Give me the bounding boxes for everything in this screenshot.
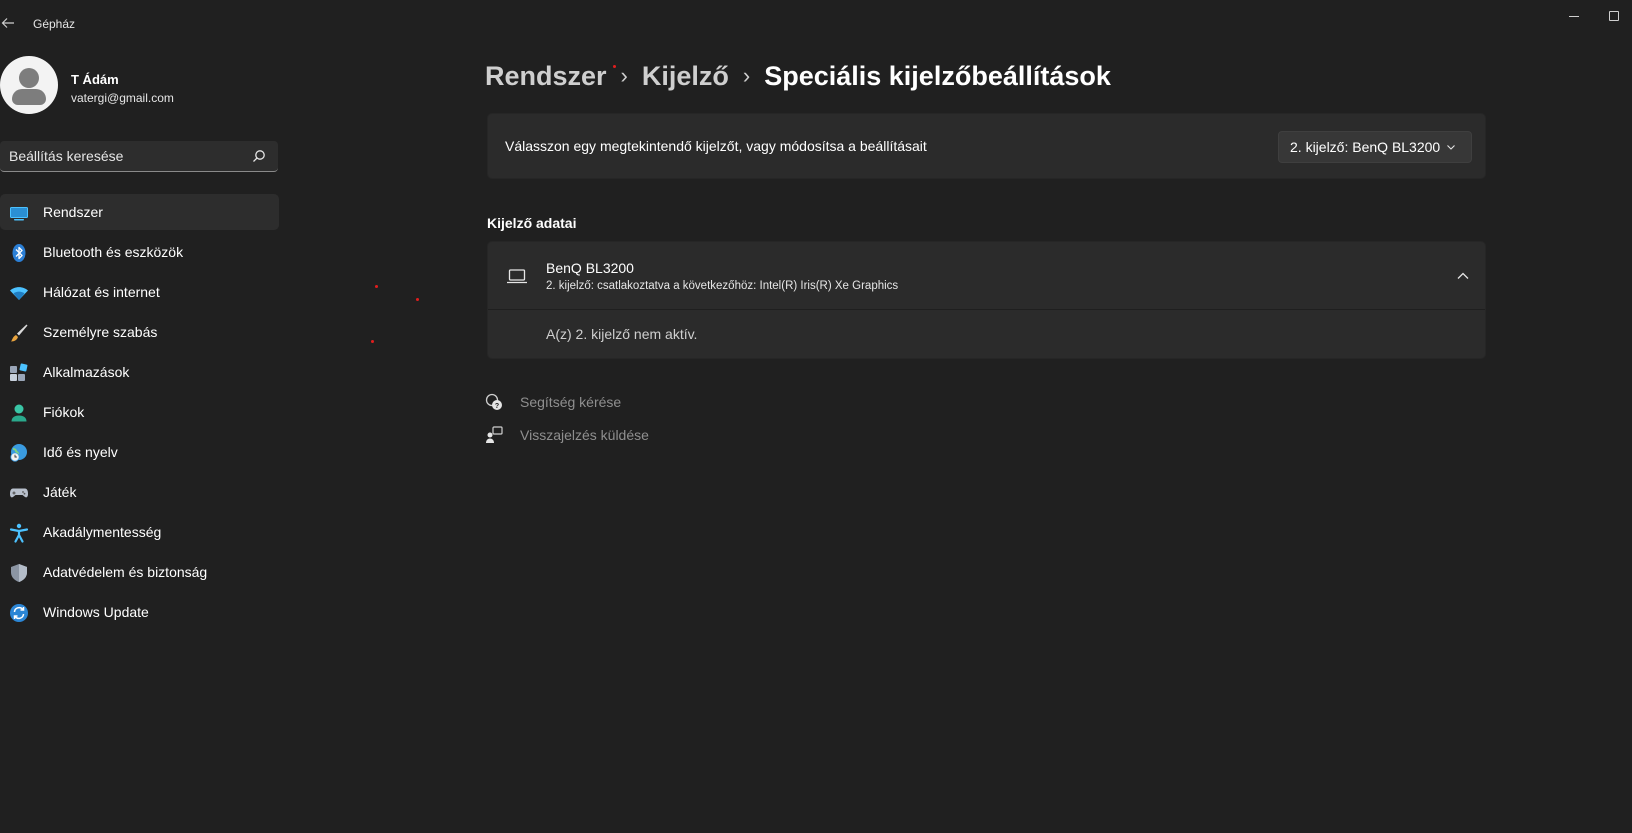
- sidebar-nav: Rendszer Bluetooth és eszközök Hálózat é…: [0, 194, 279, 634]
- sidebar-item-windows-update[interactable]: Windows Update: [0, 594, 279, 630]
- section-title: Kijelző adatai: [487, 215, 577, 231]
- sidebar-item-label: Idő és nyelv: [43, 444, 118, 460]
- user-email: vatergi@gmail.com: [71, 91, 174, 105]
- wifi-icon: [10, 287, 28, 300]
- red-dot: [371, 340, 374, 343]
- sidebar-item-label: Játék: [43, 484, 77, 500]
- sidebar-item-label: Bluetooth és eszközök: [43, 244, 184, 260]
- chevron-up-icon[interactable]: [1456, 270, 1470, 282]
- help-link-label: Segítség kérése: [520, 394, 622, 410]
- chevron-down-icon: [1447, 145, 1455, 150]
- red-dot: [613, 65, 616, 68]
- search-icon[interactable]: [252, 149, 266, 163]
- globe-clock-icon: [10, 444, 27, 462]
- display-info-card: BenQ BL3200 2. kijelző: csatlakoztatva a…: [487, 241, 1486, 359]
- sidebar-item-akadalymentesseg[interactable]: Akadálymentesség: [0, 514, 279, 550]
- breadcrumb: Rendszer › Kijelző › Speciális kijelzőbe…: [485, 56, 1111, 96]
- feedback-link-label: Visszajelzés küldése: [520, 427, 649, 443]
- display-select-label: Válasszon egy megtekintendő kijelzőt, va…: [505, 138, 927, 154]
- paintbrush-icon: [11, 324, 28, 342]
- title-bar: Gépház: [0, 0, 1632, 48]
- breadcrumb-chevron-icon: ›: [620, 63, 628, 88]
- accessibility-icon: [9, 523, 29, 543]
- search-input[interactable]: [9, 146, 244, 166]
- apps-icon: [10, 363, 28, 381]
- svg-text:?: ?: [495, 403, 499, 410]
- system-icon: [10, 207, 28, 221]
- account-icon: [11, 404, 27, 422]
- sidebar-item-bluetooth[interactable]: Bluetooth és eszközök: [0, 234, 279, 270]
- sidebar-item-rendszer[interactable]: Rendszer: [0, 194, 279, 230]
- display-select-card: Válasszon egy megtekintendő kijelzőt, va…: [487, 113, 1486, 179]
- back-arrow-icon[interactable]: [0, 12, 16, 34]
- shield-icon: [11, 564, 27, 582]
- sidebar-item-label: Akadálymentesség: [43, 524, 162, 540]
- sidebar-item-adatvedelem[interactable]: Adatvédelem és biztonság: [0, 554, 279, 590]
- breadcrumb-chevron-icon: ›: [742, 63, 751, 88]
- display-status: A(z) 2. kijelző nem aktív.: [546, 326, 698, 342]
- divider: [488, 309, 1485, 310]
- minimize-button[interactable]: [1564, 6, 1584, 26]
- bluetooth-icon: [12, 244, 26, 262]
- sidebar-item-jatek[interactable]: Játék: [0, 474, 279, 510]
- user-name: T Ádám: [71, 72, 119, 87]
- breadcrumb-kijelzo[interactable]: Kijelző: [642, 61, 729, 92]
- sidebar-item-label: Rendszer: [43, 204, 103, 220]
- gamepad-icon: [10, 488, 28, 498]
- sidebar-item-halozat[interactable]: Hálózat és internet: [0, 274, 279, 310]
- monitor-description: 2. kijelző: csatlakoztatva a következőhö…: [546, 280, 899, 292]
- red-dot: [375, 285, 378, 288]
- monitor-name: BenQ BL3200: [546, 260, 634, 276]
- sidebar-item-label: Adatvédelem és biztonság: [43, 564, 208, 580]
- breadcrumb-rendszer[interactable]: Rendszer: [485, 61, 607, 92]
- sidebar-item-alkalmazasok[interactable]: Alkalmazások: [0, 354, 279, 390]
- sidebar-item-label: Windows Update: [43, 604, 149, 620]
- update-icon: [10, 604, 28, 622]
- dropdown-value: 2. kijelző: BenQ BL3200: [1290, 139, 1441, 155]
- laptop-icon: [507, 269, 527, 284]
- sidebar-item-ido-es-nyelv[interactable]: Idő és nyelv: [0, 434, 279, 470]
- sidebar-item-fiokok[interactable]: Fiókok: [0, 394, 279, 430]
- minimize-icon: [1569, 15, 1579, 17]
- sidebar-item-label: Fiókok: [43, 404, 85, 420]
- page-title: Speciális kijelzőbeállítások: [764, 60, 1111, 91]
- avatar: [0, 56, 58, 114]
- search-box[interactable]: [0, 141, 278, 172]
- help-icon: ?: [485, 393, 502, 410]
- sidebar-item-label: Alkalmazások: [43, 364, 130, 380]
- sidebar-item-label: Hálózat és internet: [43, 284, 160, 300]
- maximize-icon: [1609, 11, 1619, 21]
- sidebar-item-label: Személyre szabás: [43, 324, 158, 340]
- maximize-button[interactable]: [1604, 6, 1624, 26]
- red-dot: [416, 298, 419, 301]
- display-dropdown[interactable]: 2. kijelző: BenQ BL3200: [1278, 131, 1472, 163]
- feedback-icon: [486, 426, 503, 443]
- app-title: Gépház: [33, 17, 76, 31]
- display-info-header[interactable]: BenQ BL3200 2. kijelző: csatlakoztatva a…: [488, 242, 1485, 309]
- sidebar-item-szemelyre-szabas[interactable]: Személyre szabás: [0, 314, 279, 350]
